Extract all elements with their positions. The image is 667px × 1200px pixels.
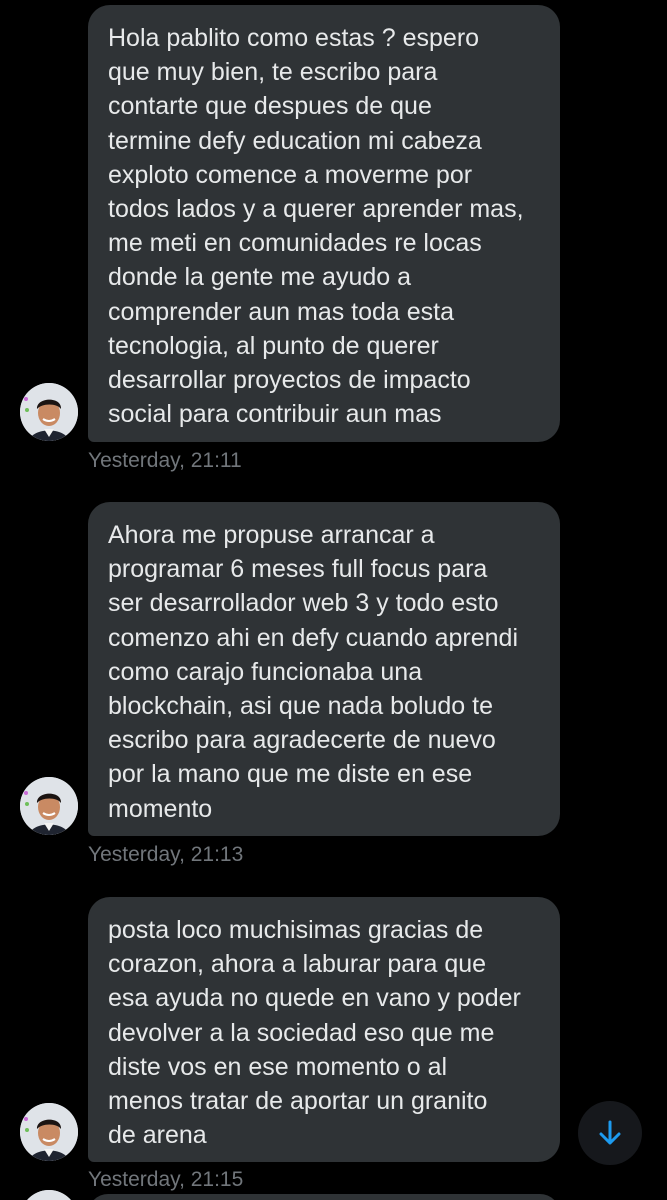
message-timestamp: Yesterday, 21:13 (88, 843, 244, 866)
sender-avatar[interactable] (20, 777, 78, 835)
scroll-to-bottom-button[interactable] (578, 1101, 642, 1165)
avatar-image (20, 1190, 78, 1200)
message-bubble[interactable]: Hola pablito como estas ? espero que muy… (88, 5, 560, 442)
message-thread: Hola pablito como estas ? espero que muy… (0, 0, 667, 1200)
message-bubble-partial[interactable] (88, 1194, 560, 1200)
arrow-down-icon (599, 1120, 621, 1145)
sender-avatar[interactable] (20, 1103, 78, 1161)
message-timestamp: Yesterday, 21:15 (88, 1168, 244, 1191)
message-bubble[interactable]: posta loco muchisimas gracias de corazon… (88, 897, 560, 1162)
sender-avatar[interactable] (20, 383, 78, 441)
message-timestamp: Yesterday, 21:11 (88, 449, 242, 472)
avatar-image (20, 1103, 78, 1161)
avatar-image (20, 383, 78, 441)
avatar-image (20, 777, 78, 835)
sender-avatar[interactable] (20, 1190, 78, 1200)
message-bubble[interactable]: Ahora me propuse arrancar a programar 6 … (88, 502, 560, 836)
